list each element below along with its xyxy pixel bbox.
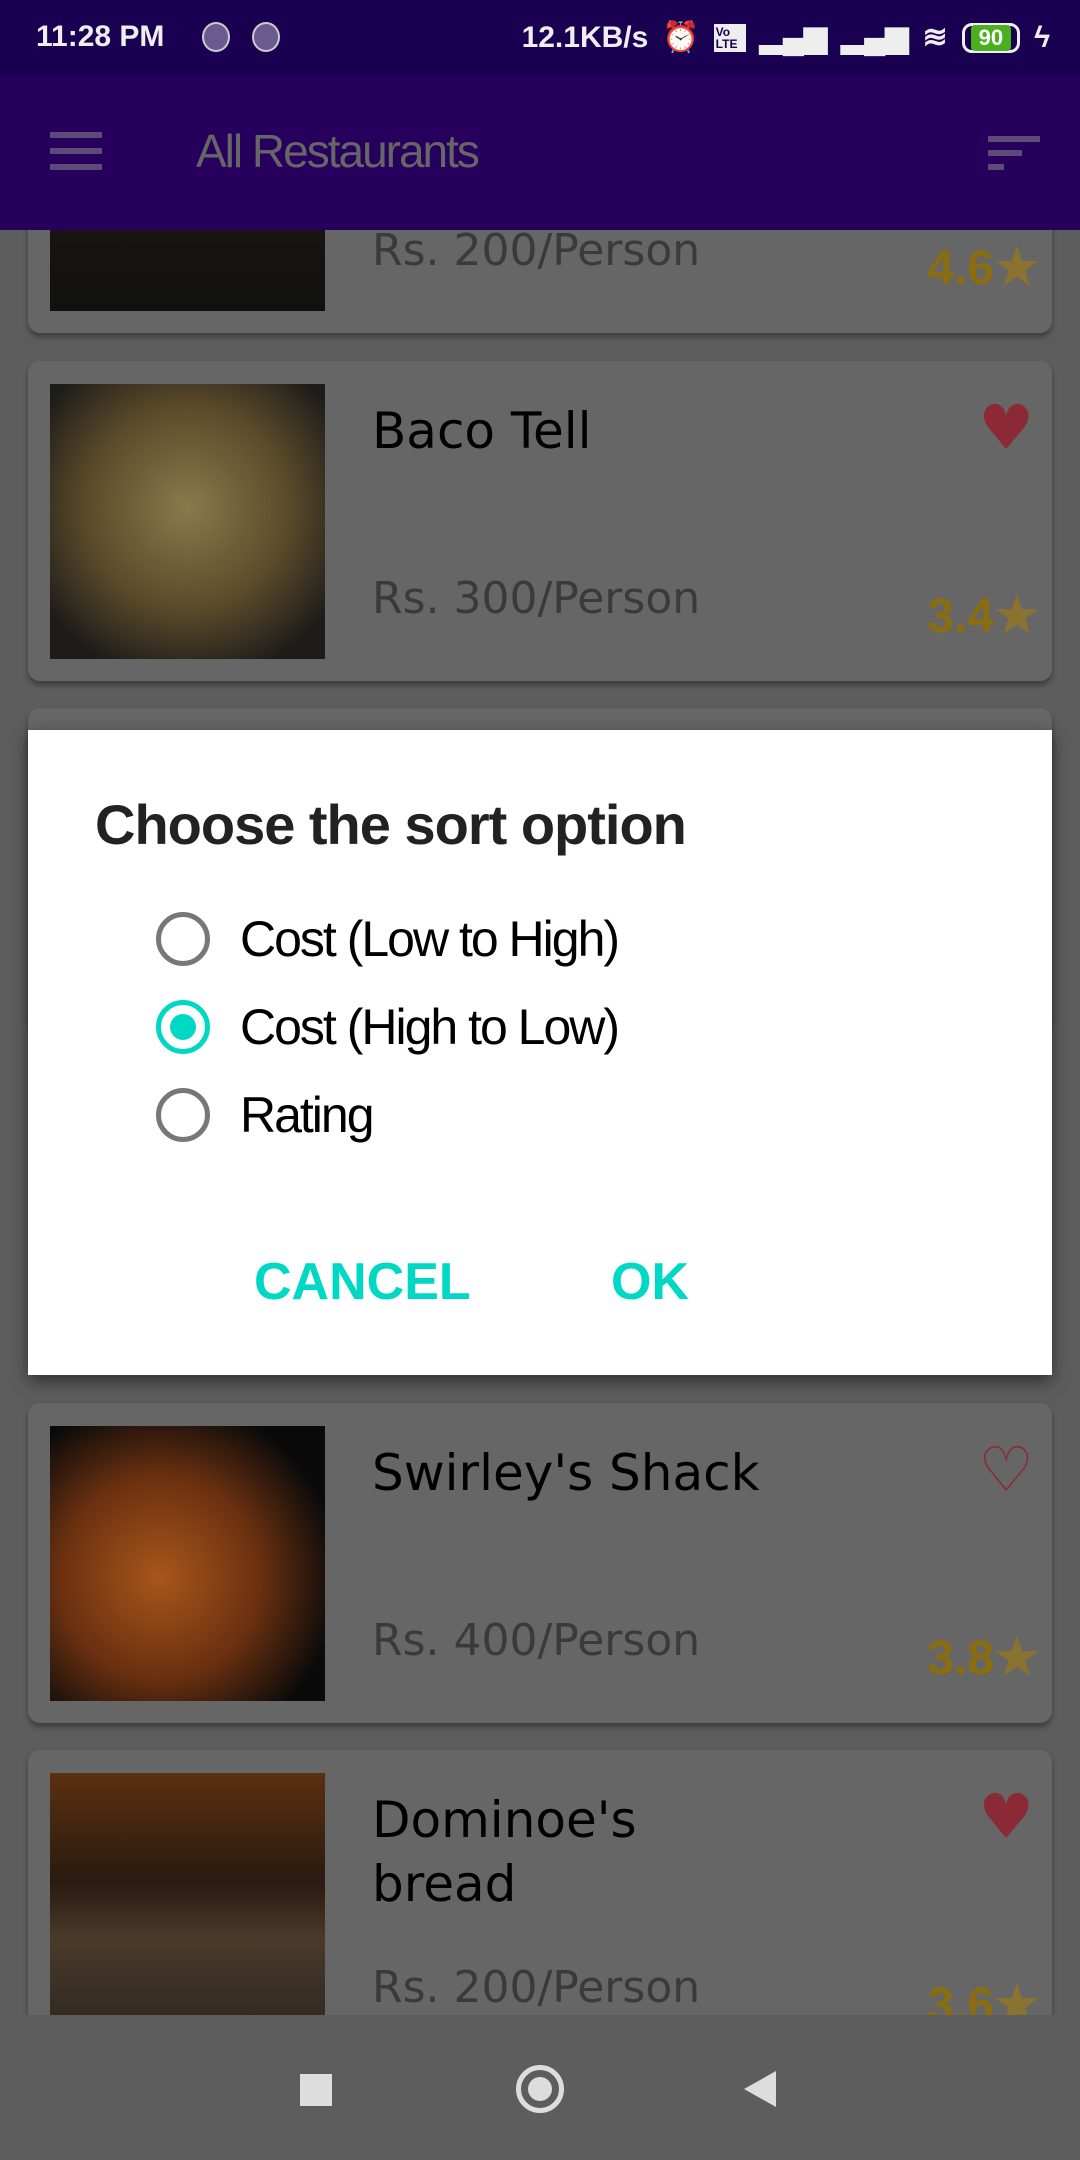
home-button[interactable]: [516, 2065, 564, 2113]
status-bar: 11:28 PM 12.1KB/s ⏰ Vo LTE ▂▄▆ ▂▄▆ ≋ 90 …: [0, 0, 1080, 76]
volte-icon: Vo LTE: [713, 23, 746, 52]
radio-button-selected[interactable]: [156, 1000, 210, 1054]
menu-icon[interactable]: [50, 132, 102, 170]
notification-icon: [252, 22, 280, 52]
sort-option-cost-high-low[interactable]: Cost (High to Low): [156, 998, 620, 1056]
option-label: Cost (High to Low): [240, 999, 620, 1055]
option-label: Rating: [240, 1087, 375, 1143]
restaurant-rating: 3.6: [927, 1979, 994, 2015]
restaurant-name: Baco Tell: [372, 402, 592, 460]
radio-button[interactable]: [156, 912, 210, 966]
wifi-icon: ≋: [922, 21, 948, 54]
heart-filled-icon[interactable]: ♥: [978, 1780, 1034, 1853]
star-icon: ★: [991, 1972, 1042, 2015]
sort-icon[interactable]: [988, 136, 1040, 170]
cancel-button[interactable]: CANCEL: [254, 1252, 471, 1312]
restaurant-name: Swirley's Shack: [372, 1444, 760, 1502]
restaurant-card[interactable]: Rs. 200/Person 4.6 ★: [28, 230, 1052, 333]
battery-level: 90: [970, 24, 1012, 51]
sort-option-rating[interactable]: Rating: [156, 1086, 375, 1144]
notification-icon: [202, 22, 230, 52]
page-title: All Restaurants: [196, 125, 480, 177]
status-time: 11:28 PM: [36, 20, 165, 53]
star-icon: ★: [991, 235, 1042, 300]
restaurant-image: [50, 384, 325, 659]
battery-icon: 90: [961, 22, 1021, 53]
star-icon: ★: [991, 583, 1042, 648]
back-button[interactable]: [744, 2071, 776, 2107]
ok-button[interactable]: OK: [611, 1252, 689, 1312]
restaurant-price: Rs. 400/Person: [372, 1615, 701, 1666]
restaurant-price: Rs. 300/Person: [372, 573, 701, 624]
recents-button[interactable]: [300, 2074, 332, 2106]
restaurant-price: Rs. 200/Person: [372, 230, 701, 276]
net-speed: 12.1KB/s: [521, 20, 649, 54]
sort-option-cost-low-high[interactable]: Cost (Low to High): [156, 910, 620, 968]
app-bar: All Restaurants: [0, 76, 1080, 230]
restaurant-card[interactable]: Dominoe's bread ♥ Rs. 200/Person 3.6 ★: [28, 1750, 1052, 2015]
heart-outline-icon[interactable]: ♡: [978, 1433, 1034, 1506]
sort-dialog: Choose the sort option Cost (Low to High…: [28, 730, 1052, 1375]
navigation-bar: [0, 2015, 1080, 2160]
restaurant-image: [50, 1426, 325, 1701]
dialog-title: Choose the sort option: [95, 793, 687, 856]
restaurant-card[interactable]: Baco Tell ♥ Rs. 300/Person 3.4 ★: [28, 361, 1052, 681]
charging-icon: ϟ: [1034, 20, 1050, 54]
option-label: Cost (Low to High): [240, 911, 620, 967]
star-icon: ★: [991, 1625, 1042, 1690]
restaurant-rating: 3.8: [927, 1632, 994, 1685]
restaurant-price: Rs. 200/Person: [372, 1962, 701, 2013]
restaurant-card[interactable]: Swirley's Shack ♡ Rs. 400/Person 3.8 ★: [28, 1403, 1052, 1723]
radio-button[interactable]: [156, 1088, 210, 1142]
alarm-icon: ⏰: [662, 21, 700, 54]
restaurant-rating: 3.4: [927, 590, 994, 643]
restaurant-rating: 4.6: [927, 242, 994, 295]
restaurant-name: Dominoe's bread: [372, 1791, 637, 1913]
restaurant-image: [50, 230, 325, 311]
signal-icon: ▂▄▆: [759, 21, 828, 54]
restaurant-image: [50, 1773, 325, 2015]
signal-icon: ▂▄▆: [841, 21, 909, 54]
heart-filled-icon[interactable]: ♥: [978, 391, 1034, 464]
